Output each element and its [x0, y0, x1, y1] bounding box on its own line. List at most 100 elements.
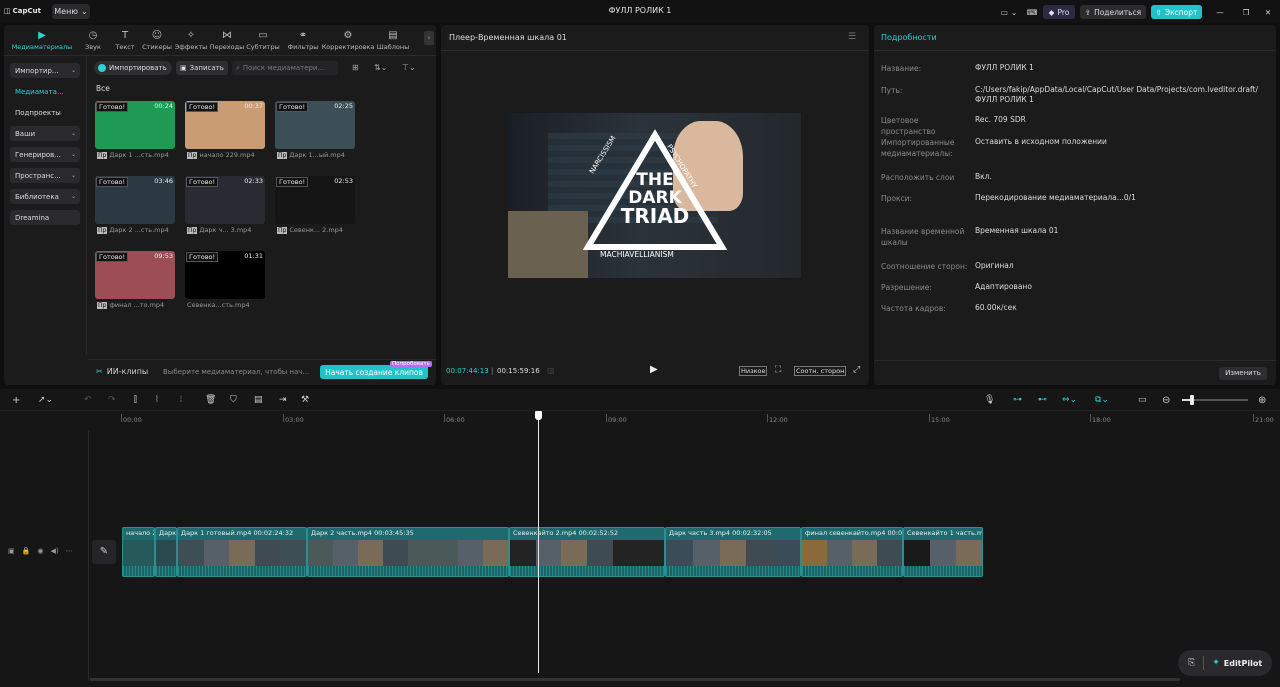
speaker-icon[interactable]: ◀) [50, 547, 58, 555]
sidebar-item-4[interactable]: Генериров... ⌄ [10, 147, 80, 162]
close-button[interactable]: ✕ [1262, 5, 1274, 19]
feedback-icon[interactable]: ⎘ [1188, 658, 1195, 668]
sidebar-item-7[interactable]: Dreamina [10, 210, 80, 225]
undo-icon[interactable]: ↶ [84, 395, 92, 405]
fullscreen-icon[interactable]: ⤢ [853, 365, 860, 375]
timeline-clip[interactable]: Дарк 1 готовый.mp4 00:02:24:32 [177, 527, 307, 577]
tab-sticker[interactable]: ☺ Стикеры [140, 27, 174, 52]
focus-icon[interactable]: ⛶ [775, 365, 781, 375]
cover-icon[interactable]: ▣ [8, 547, 15, 555]
tabs-scroll-right-button[interactable]: › [424, 31, 434, 45]
tab-effects[interactable]: ✧ Эффекты [174, 27, 208, 52]
crop-icon[interactable]: ▤ [254, 395, 263, 405]
ruler-tick [1090, 414, 1091, 422]
shortcuts-button[interactable]: ⌨ [1026, 5, 1038, 19]
preview-axis-icon[interactable]: ⇔⌄ [1062, 395, 1077, 405]
playhead[interactable] [538, 415, 539, 673]
timeline-clip[interactable]: Дарк 2 часть.mp4 00:03:45:35 [307, 527, 509, 577]
grid-view-icon[interactable]: ⊞ [352, 63, 359, 72]
media-thumbnail[interactable]: Готово! 09:53 [95, 251, 175, 299]
select-tool-icon[interactable]: ➚⌄ [38, 395, 53, 405]
more-icon[interactable]: ⋯ [66, 547, 73, 555]
import-button[interactable]: Импортировать [94, 61, 172, 75]
menu-button[interactable]: Меню ⌄ [52, 4, 90, 19]
media-thumbnail[interactable]: Готово! 00:37 [185, 101, 265, 149]
tab-transitions[interactable]: ⋈ Переходы [210, 27, 244, 52]
tab-text[interactable]: T Текст [108, 27, 142, 52]
freeze-icon[interactable]: ⇥ [279, 395, 287, 405]
split-left-icon[interactable]: ⦚ [156, 395, 158, 405]
minimize-button[interactable]: — [1214, 5, 1226, 19]
auto-reframe-icon[interactable]: ⚒ [301, 395, 309, 405]
tab-media[interactable]: ▶ Медиаматериалы [10, 27, 74, 52]
add-track-icon[interactable]: + [12, 395, 20, 406]
redo-icon[interactable]: ↷ [108, 395, 116, 405]
details-panel: Подробности Название: ФУЛЛ РОЛИК 1 Путь: C:… [874, 25, 1276, 385]
tab-audio[interactable]: ◷ Звук [76, 27, 110, 52]
ruler-label: 21:00 [1255, 416, 1274, 424]
zoom-in-icon[interactable]: ⊕ [1258, 395, 1266, 406]
split-icon[interactable]: ⫿ [134, 395, 137, 405]
tab-filters[interactable]: ⚭ Фильтры [286, 27, 320, 52]
timeline-clip[interactable]: финал севенкайто.mp4 00:0 [801, 527, 903, 577]
split-right-icon[interactable]: ⦙ [180, 395, 182, 405]
tab-subtitles[interactable]: ▭ Субтитры [246, 27, 280, 52]
time-ruler[interactable]: 00:00 03:00 06:00 09:00 12:00 15:00 18:00 21:00 [89, 411, 1280, 431]
sidebar-item-3[interactable]: Ваши ⌄ [10, 126, 80, 141]
timeline-clip[interactable]: Севенкайто 1 часть.mp4 [903, 527, 983, 577]
frame-icon[interactable]: ▥ [547, 366, 555, 375]
sidebar-item-6[interactable]: Библиотека ⌄ [10, 189, 80, 204]
start-clips-button[interactable]: Начать создание клипов [320, 365, 428, 379]
zoom-out-icon[interactable]: ⊖ [1162, 395, 1170, 406]
menu-lines-icon[interactable]: ☰ [848, 32, 856, 42]
sidebar-item-0[interactable]: Импортир... ⌄ [10, 63, 80, 78]
timeline-clip[interactable]: Дарк часть 3.mp4 00:02:32:05 [665, 527, 801, 577]
search-input[interactable]: ⌕ Поиск медиаматери... [232, 61, 338, 75]
filter-icon[interactable]: ⊤⌄ [402, 63, 416, 72]
cover-edit-button[interactable]: ✎ [92, 540, 116, 564]
video-preview[interactable]: THE DARK TRIAD NARCISSISM PSYCHOPATHY MA… [508, 113, 801, 278]
media-thumbnail[interactable]: Готово! 02:25 [275, 101, 355, 149]
eye-icon[interactable]: ◉ [37, 547, 43, 555]
sidebar-item-1[interactable]: Медиамата... [10, 84, 80, 99]
timeline-clip[interactable]: начало 2 [122, 527, 155, 577]
timeline-scrollbar[interactable] [90, 678, 1180, 681]
restore-button[interactable]: ❐ [1240, 5, 1252, 19]
editpilot-widget[interactable]: ⎘ ✦ EditPilot [1178, 650, 1272, 676]
caption-icon[interactable]: ▭ [1138, 395, 1147, 405]
sidebar-item-2[interactable]: Подпроекты [10, 105, 80, 120]
layout-button[interactable]: ▭ ⌄ [996, 5, 1022, 19]
share-button[interactable]: ⇪ Поделиться [1080, 5, 1146, 19]
playhead-handle[interactable] [535, 411, 542, 420]
link-icon[interactable]: ⊷ [1038, 395, 1047, 405]
media-name: Пр начало 229.mp4 [187, 151, 255, 159]
clip-frame [280, 540, 306, 566]
tab-templates[interactable]: ▤ Шаблоны [376, 27, 410, 52]
zoom-slider-handle[interactable] [1190, 395, 1194, 405]
media-thumbnail[interactable]: Готово! 02:33 [185, 176, 265, 224]
snap-icon[interactable]: ⧉⌄ [1095, 395, 1109, 405]
media-thumbnail[interactable]: Готово! 01:31 [185, 251, 265, 299]
media-thumbnail[interactable]: Готово! 02:53 [275, 176, 355, 224]
edit-button[interactable]: Изменить [1219, 367, 1267, 380]
sort-icon[interactable]: ⇅⌄ [374, 63, 387, 72]
lock-icon[interactable]: 🔒 [22, 547, 31, 555]
play-icon[interactable]: ▶ [650, 364, 658, 375]
timeline-clip[interactable]: Дарк [155, 527, 177, 577]
filter-all-label[interactable]: Все [96, 84, 110, 93]
tab-adjust[interactable]: ⚙ Корректировка [322, 27, 375, 52]
microphone-icon[interactable]: 🎙 [984, 395, 995, 405]
aspect-ratio-button[interactable]: Соотн. сторон [794, 366, 847, 376]
export-button[interactable]: ⇧ Экспорт [1151, 5, 1202, 19]
magnet-icon[interactable]: ⊶ [1013, 395, 1022, 405]
zoom-slider[interactable] [1182, 395, 1248, 405]
shield-icon[interactable]: ⛉ [230, 395, 237, 405]
pro-button[interactable]: ◆ Pro [1043, 5, 1075, 19]
quality-button[interactable]: Низкое [739, 366, 768, 376]
sidebar-item-5[interactable]: Пространс... ⌄ [10, 168, 80, 183]
delete-icon[interactable]: 🗑 [205, 395, 216, 405]
media-thumbnail[interactable]: Готово! 00:24 [95, 101, 175, 149]
media-thumbnail[interactable]: Готово! 03:46 [95, 176, 175, 224]
timeline-clip[interactable]: Севенкайто 2.mp4 00:02:52:52 [509, 527, 665, 577]
record-button[interactable]: ▣ Записать [176, 61, 228, 75]
